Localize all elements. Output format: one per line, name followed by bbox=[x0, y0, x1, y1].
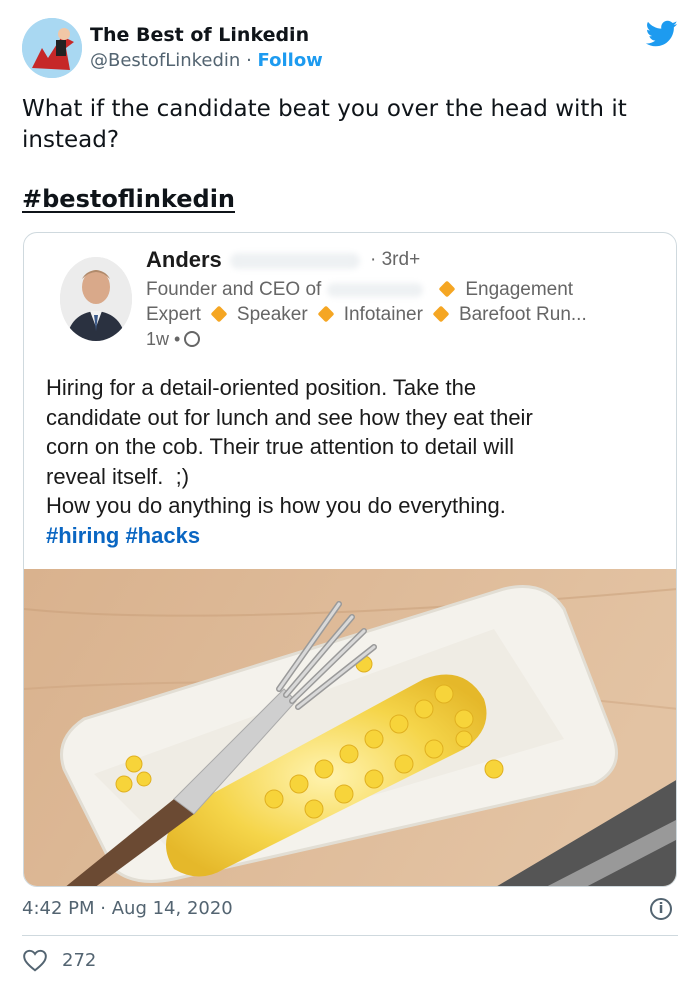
post-line: reveal itself. ;) bbox=[46, 463, 190, 489]
tweet-hashtag[interactable]: #bestoflinkedin bbox=[22, 185, 235, 213]
diamond-icon bbox=[432, 305, 450, 323]
post-line: Hiring for a detail-oriented position. T… bbox=[46, 375, 477, 400]
tweet-header: The Best of Linkedin @BestofLinkedin · F… bbox=[22, 16, 678, 80]
like-count: 272 bbox=[62, 949, 97, 971]
globe-icon bbox=[184, 331, 201, 347]
redacted-surname bbox=[230, 253, 360, 269]
heart-icon[interactable] bbox=[22, 948, 48, 972]
headline-part: Barefoot Run... bbox=[458, 304, 587, 325]
post-hashtags: #hiring #hacks bbox=[46, 522, 201, 548]
post-age: 1w • bbox=[146, 329, 201, 350]
linkedin-headline: Founder and CEO of Engagement Expert Speak… bbox=[146, 277, 676, 327]
handle[interactable]: @BestofLinkedin bbox=[90, 50, 240, 71]
redacted-company bbox=[327, 282, 424, 297]
display-name[interactable]: The Best of Linkedin bbox=[90, 22, 323, 48]
linkedin-author-avatar bbox=[60, 257, 132, 341]
post-line: corn on the cob. Their true attention to… bbox=[46, 434, 514, 459]
linkedin-post-body: Hiring for a detail-oriented position. T… bbox=[46, 373, 666, 550]
headline-part: Infotainer bbox=[343, 304, 423, 325]
headline-part: Speaker bbox=[236, 304, 308, 325]
corn-photo bbox=[24, 569, 676, 886]
divider bbox=[22, 935, 678, 936]
twitter-bird-icon[interactable] bbox=[646, 20, 678, 48]
linkedin-author-name: Anders bbox=[146, 247, 222, 272]
tweet-date: Aug 14, 2020 bbox=[111, 898, 233, 919]
post-line: How you do anything is how you do everyt… bbox=[46, 493, 506, 518]
separator: · bbox=[100, 898, 106, 919]
diamond-icon bbox=[317, 305, 335, 323]
headline-part: Founder and CEO of bbox=[146, 279, 322, 300]
like-button[interactable]: 272 bbox=[22, 948, 96, 972]
diamond-icon bbox=[438, 280, 456, 298]
headline-part: Engagement bbox=[465, 279, 574, 300]
account-avatar[interactable] bbox=[22, 18, 82, 78]
post-age-text: 1w • bbox=[146, 329, 181, 349]
tweet-text: What if the candidate beat you over the … bbox=[22, 96, 627, 153]
embedded-image[interactable]: Anders · 3rd+ Founder and CEO of Engageme… bbox=[23, 232, 677, 887]
tweet-time: 4:42 PM bbox=[22, 898, 95, 919]
post-line: candidate out for lunch and see how they… bbox=[46, 404, 533, 430]
separator: · bbox=[246, 50, 252, 71]
diamond-icon bbox=[210, 305, 228, 323]
headline-part: Expert bbox=[146, 304, 201, 325]
info-icon[interactable]: i bbox=[650, 898, 672, 920]
tweet-timestamp[interactable]: 4:42 PM · Aug 14, 2020 bbox=[22, 898, 233, 919]
follow-button[interactable]: Follow bbox=[258, 50, 323, 71]
connection-degree: · 3rd+ bbox=[370, 249, 421, 270]
